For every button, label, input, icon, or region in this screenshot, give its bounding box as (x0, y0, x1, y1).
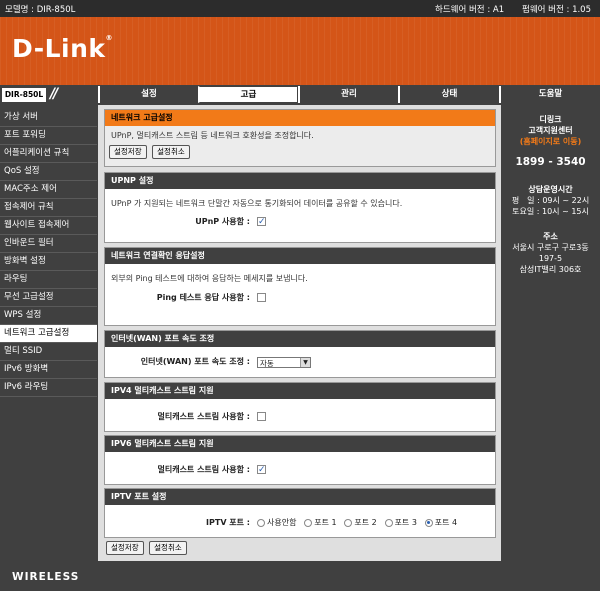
sidebar-menu: 가상 서버 포트 포워딩 어플리케이션 규칙 QoS 설정 MAC주소 제어 접… (0, 105, 97, 561)
upnp-section: UPNP 설정 UPnP 가 지원되는 네트워크 단말간 자동으로 통기화되어 … (104, 172, 496, 243)
tab-status[interactable]: 상태 (398, 86, 499, 103)
ipv4-multicast-section: IPV4 멀티캐스트 스트림 지원 멀티캐스트 스트림 사용함 : (104, 382, 496, 432)
sidebar-item-wps[interactable]: WPS 설정 (0, 307, 97, 325)
hardware-version: 하드웨어 버전 : A1 (435, 5, 505, 15)
sidebar-item-virtual-server[interactable]: 가상 서버 (0, 109, 97, 127)
upnp-label: UPnP 사용함 : (195, 217, 250, 226)
upnp-heading: UPNP 설정 (105, 173, 495, 189)
ping-heading: 네트워크 연결확인 응답설정 (105, 248, 495, 264)
wan-speed-select[interactable]: 자동 ▼ (257, 357, 311, 368)
sidebar-item-advanced-wireless[interactable]: 무선 고급설정 (0, 289, 97, 307)
cancel-button[interactable]: 설정취소 (152, 145, 190, 159)
upnp-description: UPnP 가 지원되는 네트워크 단말간 자동으로 통기화되어 데이터를 공유할… (111, 199, 403, 208)
sidebar-item-advanced-network[interactable]: 네트워크 고급설정 (0, 325, 97, 343)
iptv-radio-none[interactable] (257, 518, 265, 527)
ipv4-multicast-heading: IPV4 멀티캐스트 스트림 지원 (105, 383, 495, 399)
sidebar-item-ipv6-firewall[interactable]: IPv6 방화벽 (0, 361, 97, 379)
support-panel: 디링크 고객지원센터 (홈페이지로 이동) 1899 - 3540 상담운영시간… (501, 105, 600, 561)
sidebar-item-ipv6-routing[interactable]: IPv6 라우팅 (0, 379, 97, 397)
address-line-2: 197-5 (538, 254, 563, 263)
sidebar-item-routing[interactable]: 라우팅 (0, 271, 97, 289)
footer-bar (0, 561, 600, 591)
dlink-logo: D-Link® (12, 34, 114, 63)
slash-decoration: // (50, 86, 58, 102)
page-description: UPnP, 멀티캐스트 스트림 등 네트워크 호환성을 조정합니다. (111, 131, 314, 140)
address-line-1: 서울시 구로구 구로3동 (512, 243, 589, 252)
wireless-logo: WIRELESS (12, 571, 80, 583)
model-name: 모델명 : DIR-850L (5, 5, 76, 15)
page-title: 네트워크 고급설정 (105, 110, 495, 126)
support-phone: 1899 - 3540 (515, 156, 586, 168)
top-tabs: 설정 고급 관리 상태 도움말 (98, 86, 600, 105)
sidebar-item-application-rules[interactable]: 어플리케이션 규칙 (0, 145, 97, 163)
tab-tools[interactable]: 관리 (298, 86, 398, 103)
support-center: 고객지원센터 (528, 126, 573, 135)
chevron-down-icon: ▼ (300, 358, 310, 367)
support-brand: 디링크 (539, 115, 562, 124)
ping-label: Ping 테스트 응답 사용함 : (156, 293, 250, 302)
wan-speed-heading: 인터넷(WAN) 포트 속도 조정 (105, 331, 495, 347)
tab-help[interactable]: 도움말 (499, 86, 600, 103)
homepage-link[interactable]: (홈페이지로 이동) (501, 136, 600, 147)
iptv-label: IPTV 포트 : (206, 518, 250, 527)
model-box: DIR-850L (2, 88, 46, 102)
save-button[interactable]: 설정저장 (109, 145, 147, 159)
address-title: 주소 (543, 232, 558, 241)
save-button-bottom[interactable]: 설정저장 (106, 541, 144, 555)
sidebar-item-website-filter[interactable]: 웹사이트 접속제어 (0, 217, 97, 235)
ping-section: 네트워크 연결확인 응답설정 외부의 Ping 테스트에 대하여 응답하는 메세… (104, 247, 496, 326)
tab-setup[interactable]: 설정 (98, 86, 198, 103)
wan-speed-section: 인터넷(WAN) 포트 속도 조정 인터넷(WAN) 포트 속도 조정 : 자동… (104, 330, 496, 378)
ping-description: 외부의 Ping 테스트에 대하여 응답하는 메세지를 보냅니다. (111, 274, 308, 283)
sidebar-item-port-forwarding[interactable]: 포트 포워딩 (0, 127, 97, 145)
sidebar-item-multi-ssid[interactable]: 멀티 SSID (0, 343, 97, 361)
iptv-radio-port2[interactable] (344, 518, 353, 527)
ping-checkbox[interactable] (257, 293, 266, 302)
hours-saturday: 토요일 : 10시 ~ 15시 (512, 207, 589, 216)
ipv6-multicast-heading: IPV6 멀티캐스트 스트림 지원 (105, 436, 495, 452)
sidebar-item-qos[interactable]: QoS 설정 (0, 163, 97, 181)
sidebar-item-inbound-filter[interactable]: 인바운드 필터 (0, 235, 97, 253)
iptv-radio-port1[interactable] (304, 518, 313, 527)
ipv6-multicast-checkbox[interactable] (257, 463, 266, 477)
upnp-checkbox[interactable] (257, 215, 266, 229)
intro-section: 네트워크 고급설정 UPnP, 멀티캐스트 스트림 등 네트워크 호환성을 조정… (104, 109, 496, 167)
iptv-radio-port4[interactable] (424, 518, 433, 527)
ipv6-multicast-label: 멀티캐스트 스트림 사용함 : (157, 465, 250, 474)
iptv-radio-port3[interactable] (384, 518, 393, 527)
tab-advanced[interactable]: 고급 (198, 86, 298, 103)
top-info-bar: 모델명 : DIR-850L 하드웨어 버전 : A1 펌웨어 버전 : 1.0… (0, 0, 600, 17)
hours-title: 상담운영시간 (528, 185, 573, 194)
ipv4-multicast-checkbox[interactable] (257, 412, 266, 421)
header-banner: D-Link® (0, 17, 600, 85)
firmware-version: 펌웨어 버전 : 1.05 (522, 5, 591, 15)
address-line-3: 삼성IT밸리 306호 (519, 265, 582, 274)
wan-speed-label: 인터넷(WAN) 포트 속도 조정 : (140, 357, 250, 366)
sidebar-item-mac-filter[interactable]: MAC주소 제어 (0, 181, 97, 199)
bottom-buttons: 설정저장 설정취소 (106, 541, 190, 555)
ipv4-multicast-label: 멀티캐스트 스트림 사용함 : (157, 412, 250, 421)
sidebar-item-firewall[interactable]: 방화벽 설정 (0, 253, 97, 271)
main-content: 네트워크 고급설정 UPnP, 멀티캐스트 스트림 등 네트워크 호환성을 조정… (98, 105, 501, 561)
hours-weekday: 평 일 : 09시 ~ 22시 (511, 196, 590, 205)
iptv-section: IPTV 포트 설정 IPTV 포트 : 사용안함 포트 1 포트 2 포트 3… (104, 488, 496, 538)
iptv-heading: IPTV 포트 설정 (105, 489, 495, 505)
cancel-button-bottom[interactable]: 설정취소 (149, 541, 187, 555)
ipv6-multicast-section: IPV6 멀티캐스트 스트림 지원 멀티캐스트 스트림 사용함 : (104, 435, 496, 485)
sidebar-item-access-control[interactable]: 접속제어 규칙 (0, 199, 97, 217)
